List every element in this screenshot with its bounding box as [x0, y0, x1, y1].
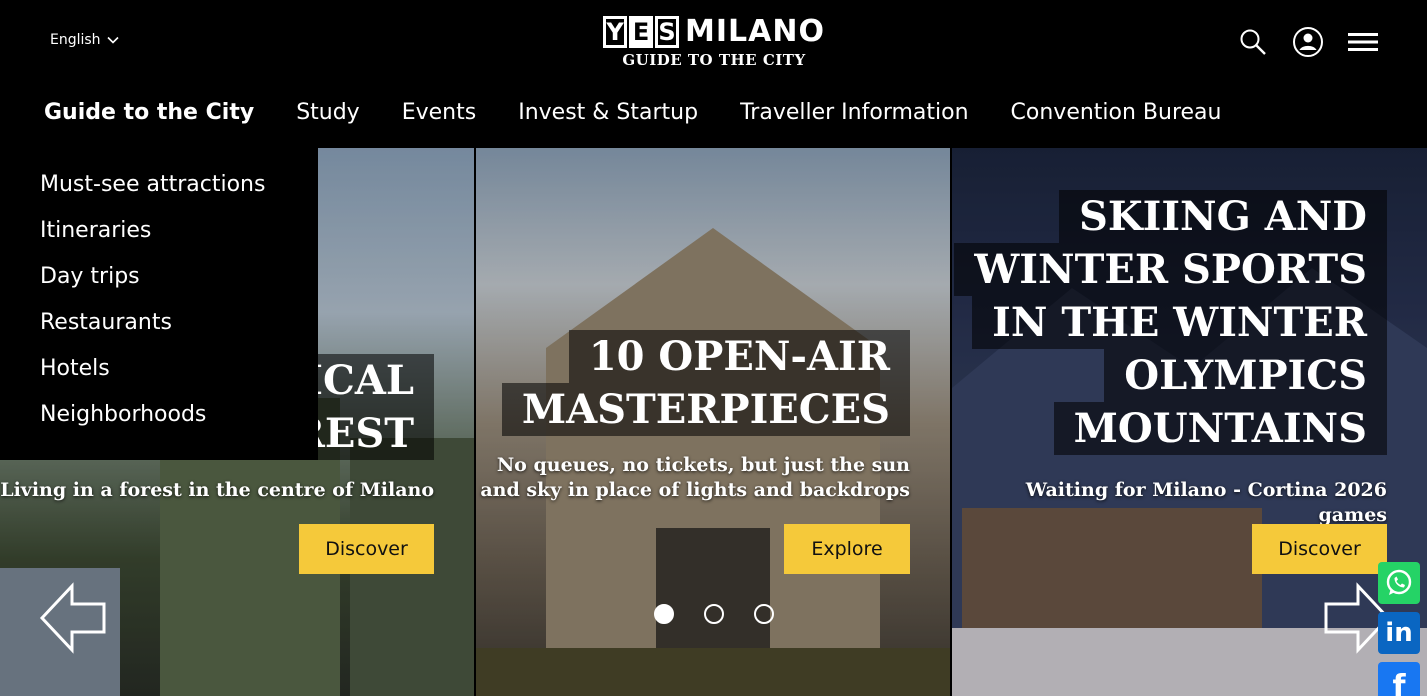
- headline-line: MOUNTAINS: [1053, 402, 1387, 455]
- carousel-dot-2[interactable]: [704, 604, 724, 624]
- headline-line: WINTER SPORTS: [954, 243, 1387, 296]
- header: English Y E S MILANO GUIDE TO THE CITY: [0, 0, 1427, 86]
- headline-line: OLYMPICS: [1104, 349, 1387, 402]
- nav-item-guide[interactable]: Guide to the City: [44, 100, 254, 125]
- carousel-dot-3[interactable]: [754, 604, 774, 624]
- discover-button[interactable]: Discover: [1252, 524, 1387, 574]
- dropdown-item-hotels[interactable]: Hotels: [0, 356, 318, 402]
- chevron-down-icon: [106, 36, 119, 44]
- slide-subtitle: Living in a forest in the centre of Mila…: [0, 478, 434, 503]
- explore-button[interactable]: Explore: [784, 524, 910, 574]
- main-nav: Guide to the City Study Events Invest & …: [0, 86, 1427, 148]
- facebook-icon: f: [1392, 669, 1406, 696]
- nav-item-invest[interactable]: Invest & Startup: [518, 100, 698, 125]
- language-selector[interactable]: English: [50, 32, 119, 48]
- language-label: English: [50, 32, 101, 48]
- slide-headline: SKIING AND WINTER SPORTS IN THE WINTER O…: [954, 190, 1387, 455]
- discover-button[interactable]: Discover: [299, 524, 434, 574]
- dropdown-item-attractions[interactable]: Must-see attractions: [0, 172, 318, 218]
- site-logo[interactable]: Y E S MILANO GUIDE TO THE CITY: [588, 14, 840, 69]
- nav-item-events[interactable]: Events: [402, 100, 477, 125]
- whatsapp-share-button[interactable]: [1378, 562, 1420, 604]
- headline-line: MASTERPIECES: [501, 383, 910, 436]
- account-button[interactable]: [1292, 26, 1324, 58]
- nav-item-traveller[interactable]: Traveller Information: [740, 100, 968, 125]
- guide-dropdown-menu: Must-see attractions Itineraries Day tri…: [0, 148, 318, 460]
- slide-headline: 10 OPEN-AIR MASTERPIECES: [501, 330, 910, 436]
- dropdown-item-day-trips[interactable]: Day trips: [0, 264, 318, 310]
- search-button[interactable]: [1237, 26, 1269, 58]
- carousel-dots: [654, 604, 774, 624]
- menu-button[interactable]: [1346, 26, 1380, 58]
- subtitle-line: and sky in place of lights and backdrops: [480, 479, 910, 501]
- dropdown-item-neighborhoods[interactable]: Neighborhoods: [0, 402, 318, 448]
- headline-line: 10 OPEN-AIR: [568, 330, 910, 383]
- user-icon: [1293, 27, 1323, 57]
- linkedin-share-button[interactable]: in: [1378, 612, 1420, 654]
- subtitle-line: Waiting for Milano - Cortina 2026 games: [1025, 479, 1387, 526]
- headline-line: IN THE WINTER: [972, 296, 1387, 349]
- logo-letter-e: E: [629, 15, 654, 48]
- headline-line: SKIING AND: [1058, 190, 1387, 243]
- nav-item-convention[interactable]: Convention Bureau: [1011, 100, 1222, 125]
- slide-subtitle: Waiting for Milano - Cortina 2026 games: [952, 478, 1387, 528]
- logo-letter-s: S: [655, 15, 680, 48]
- facebook-share-button[interactable]: f: [1378, 662, 1420, 696]
- search-icon: [1240, 29, 1266, 55]
- logo-word: MILANO: [685, 14, 825, 49]
- subtitle-line: No queues, no tickets, but just the sun: [496, 454, 910, 476]
- subtitle-line: Living in a forest in the centre of Mila…: [0, 479, 434, 501]
- logo-tagline: GUIDE TO THE CITY: [622, 51, 806, 69]
- arrow-left-icon[interactable]: [38, 582, 108, 654]
- linkedin-icon: in: [1385, 618, 1413, 648]
- logo-letter-y: Y: [603, 15, 628, 48]
- slide-subtitle: No queues, no tickets, but just the sun …: [480, 453, 910, 503]
- dropdown-item-restaurants[interactable]: Restaurants: [0, 310, 318, 356]
- dropdown-item-itineraries[interactable]: Itineraries: [0, 218, 318, 264]
- menu-icon: [1348, 33, 1378, 51]
- whatsapp-icon: [1386, 569, 1412, 595]
- carousel-dot-1[interactable]: [654, 604, 674, 624]
- nav-item-study[interactable]: Study: [296, 100, 360, 125]
